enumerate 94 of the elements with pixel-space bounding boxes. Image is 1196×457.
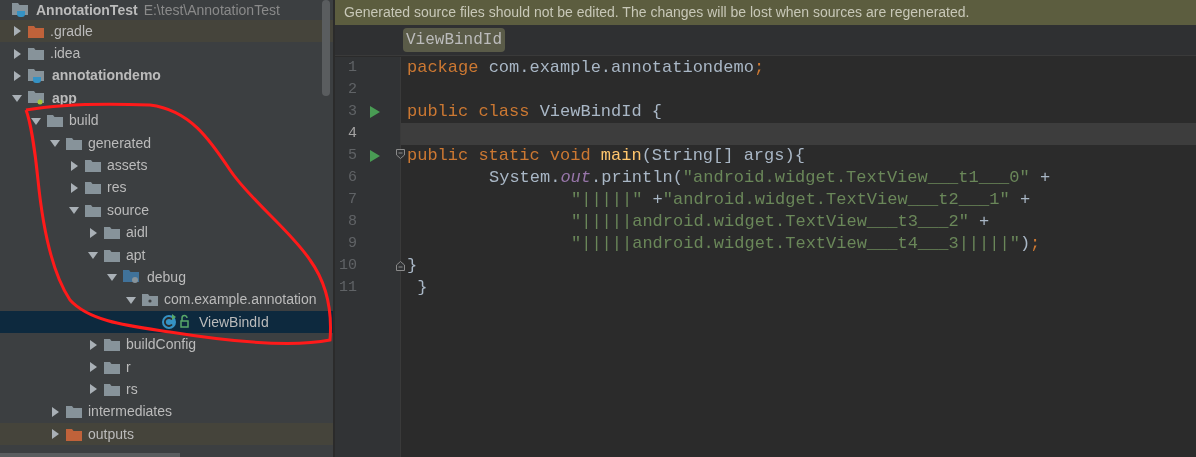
tree-item[interactable]: res [0, 176, 333, 200]
tree-item[interactable]: assets [0, 154, 333, 177]
folder-icon [66, 136, 82, 150]
tree-item[interactable]: aidl [0, 221, 333, 244]
package-icon [142, 293, 158, 307]
tree-item[interactable]: ViewBindId [0, 311, 333, 334]
tree-item[interactable]: r [0, 355, 333, 379]
tree-item-label: app [52, 88, 77, 108]
tree-item[interactable]: .gradle [0, 20, 333, 43]
run-icon[interactable] [370, 150, 380, 162]
tree-item[interactable]: outputs [0, 423, 333, 446]
folder-icon [85, 159, 101, 173]
folder-icon [85, 181, 101, 195]
tree-item-label: intermediates [88, 402, 173, 422]
code-line: } [406, 255, 419, 277]
tree-item[interactable]: .idea [0, 42, 333, 65]
collapse-arrow-icon[interactable] [12, 93, 22, 104]
folder-icon [28, 24, 44, 38]
tree-item[interactable]: app [0, 87, 333, 110]
tree-item-label: build [69, 111, 99, 131]
expand-arrow-icon[interactable] [12, 70, 22, 81]
tree-item-label: r [126, 357, 131, 377]
tree-item-label: ViewBindId [199, 312, 269, 332]
tree-item[interactable]: apt [0, 243, 333, 267]
source-folder-icon [123, 270, 141, 285]
tree-item-label: aidl [126, 223, 148, 243]
tree-item-label: apt [126, 245, 146, 265]
tree-item-label: buildConfig [126, 335, 197, 355]
breadcrumb[interactable]: ViewBindId [403, 28, 505, 52]
collapse-arrow-icon[interactable] [50, 138, 60, 149]
module-folder-icon [28, 68, 46, 83]
expand-arrow-icon[interactable] [88, 362, 98, 373]
expand-arrow-icon[interactable] [88, 227, 98, 238]
tree-item-label: source [107, 200, 150, 220]
tree-item-label: outputs [88, 424, 134, 444]
code-line: "|||||" +"android.widget.TextView___t2___1" + [570, 189, 1032, 211]
expand-arrow-icon[interactable] [69, 182, 79, 193]
code-line: package com.example.annotationdemo; [406, 57, 766, 79]
tree-item-label: debug [147, 268, 186, 287]
tree-item-label: annotationdemo [52, 66, 161, 86]
expand-arrow-icon[interactable] [69, 160, 79, 171]
expand-arrow-icon[interactable] [50, 406, 60, 417]
expand-arrow-icon[interactable] [12, 26, 22, 37]
code-line: System.out.println("android.widget.TextView___t1___0" + [488, 167, 1052, 189]
tree-item-label: .idea [50, 44, 81, 64]
vertical-scrollbar[interactable] [322, 0, 330, 96]
collapse-arrow-icon[interactable] [69, 205, 79, 216]
project-name: AnnotationTest [36, 0, 138, 20]
tree-item-label: rs [126, 379, 138, 399]
tree-item[interactable]: com.example.annotation [0, 288, 333, 312]
tree-item-label: res [107, 178, 127, 198]
code-line: } [416, 277, 429, 299]
folder-icon [104, 248, 120, 262]
code-line: "|||||android.widget.TextView___t4___3|||||"); [570, 233, 1042, 255]
line-number: 4 [347, 123, 357, 144]
code-line: "|||||android.widget.TextView___t3___2" + [570, 211, 991, 233]
module-folder-icon [28, 91, 46, 106]
collapse-arrow-icon[interactable] [31, 115, 41, 126]
collapse-arrow-icon[interactable] [107, 272, 117, 283]
tree-item-label: com.example.annotation [164, 290, 317, 310]
folder-icon [28, 47, 44, 61]
project-folder-icon [12, 3, 30, 17]
folder-icon [104, 226, 120, 240]
tree-item[interactable]: generated [0, 131, 333, 155]
expand-arrow-icon[interactable] [88, 339, 98, 350]
tree-item[interactable]: build [0, 109, 333, 132]
folder-icon [66, 427, 82, 441]
tree-item[interactable]: rs [0, 378, 333, 401]
tree-item-label: generated [88, 133, 152, 153]
collapse-arrow-icon[interactable] [126, 294, 136, 305]
folder-icon [47, 114, 63, 128]
tree-item[interactable]: debug [0, 266, 333, 289]
folder-icon [104, 360, 120, 374]
code-line: public static void main(String[] args){ [406, 145, 806, 167]
folder-icon [104, 338, 120, 352]
project-path: E:\test\AnnotationTest [143, 0, 280, 20]
run-icon[interactable] [370, 106, 380, 118]
expand-arrow-icon[interactable] [50, 429, 60, 440]
expand-arrow-icon[interactable] [12, 48, 22, 59]
fold-icon[interactable] [396, 149, 405, 159]
folder-icon [104, 382, 120, 396]
tree-item-label: .gradle [50, 21, 93, 41]
tree-item[interactable]: annotationdemo [0, 64, 333, 88]
code-line: public class ViewBindId { [406, 101, 664, 123]
tree-item-label: assets [107, 156, 148, 176]
notification-text: Generated source files should not be edited. The changes will be lost when sources are regenerated. [344, 3, 970, 22]
tree-item[interactable]: intermediates [0, 400, 333, 424]
expand-arrow-icon[interactable] [88, 384, 98, 395]
tree-item[interactable]: buildConfig [0, 333, 333, 356]
fold-icon[interactable] [396, 261, 405, 271]
folder-icon [85, 203, 101, 217]
tree-item[interactable]: source [0, 199, 333, 222]
folder-icon [66, 405, 82, 419]
collapse-arrow-icon[interactable] [88, 250, 98, 261]
